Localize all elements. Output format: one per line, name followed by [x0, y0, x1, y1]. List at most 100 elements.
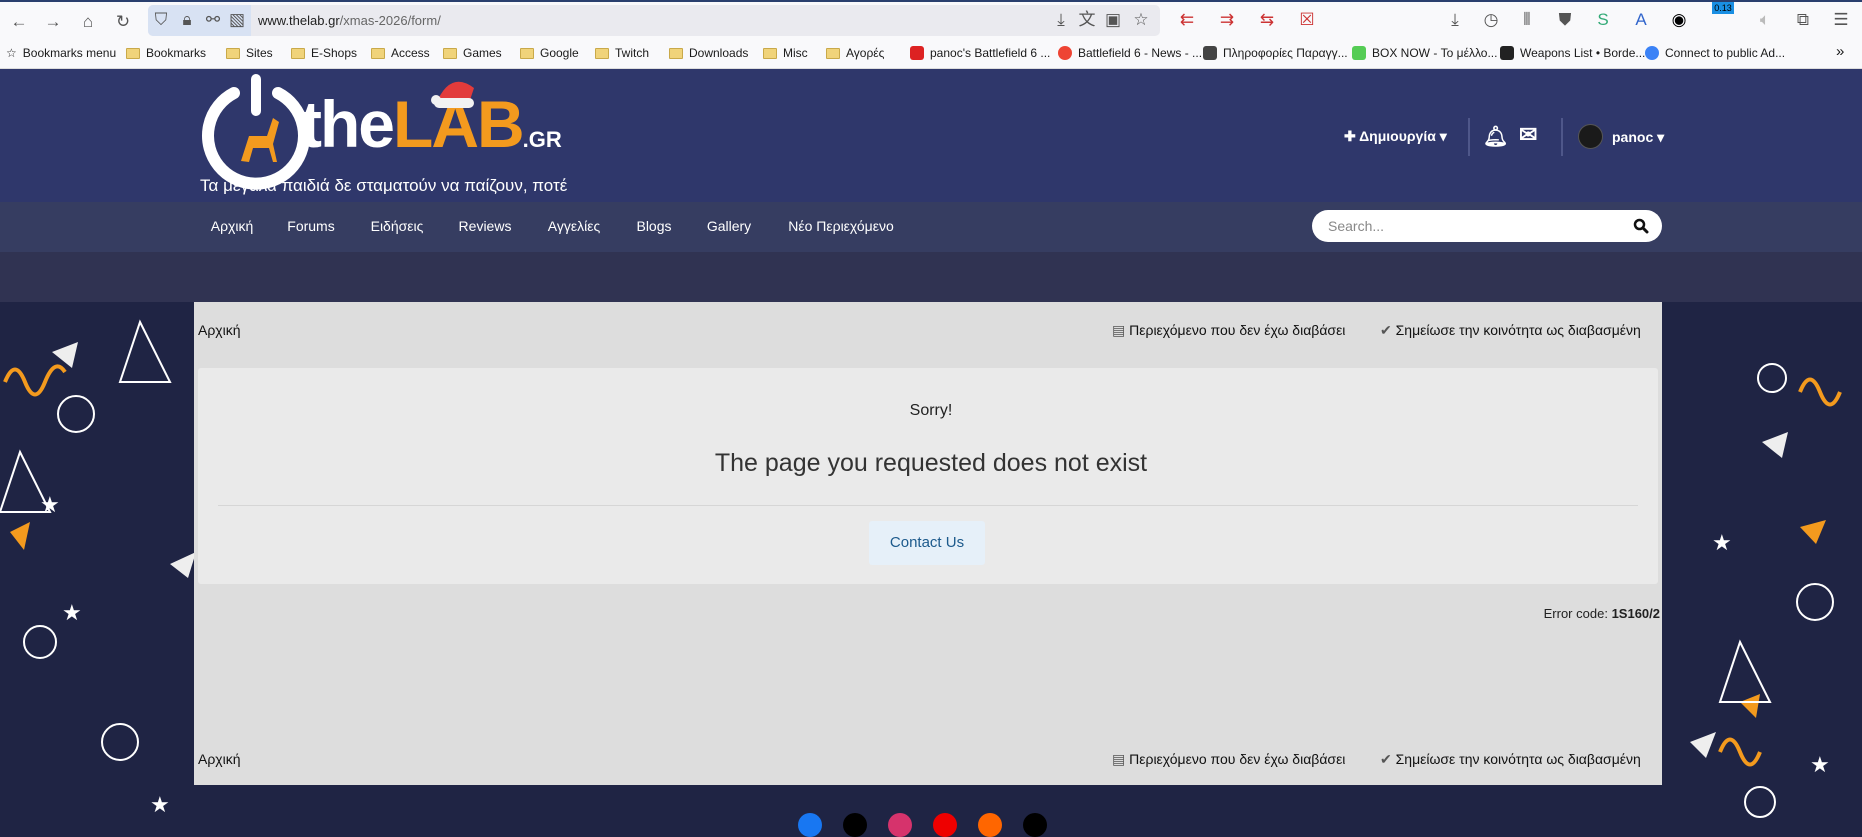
bookmark-link[interactable]: panoc's Battlefield 6 ... — [910, 46, 1050, 60]
forward-icon[interactable]: → — [42, 11, 64, 33]
extension-badge[interactable]: 0.13 — [1712, 2, 1734, 14]
svg-text:★: ★ — [150, 792, 170, 817]
nav-classifieds[interactable]: Αγγελίες — [548, 218, 600, 234]
ext-close-left-icon[interactable]: ⇇ — [1176, 9, 1198, 31]
bookmark-folder[interactable]: Google — [520, 46, 579, 60]
bookmark-label: Twitch — [615, 46, 650, 60]
lock-icon[interactable]: 🔒︎ — [176, 9, 198, 31]
bookmark-label: BOX NOW - Το μέλλο... — [1372, 46, 1498, 60]
error-message: The page you requested does not exist — [714, 449, 1148, 477]
nav-forums[interactable]: Forums — [287, 218, 334, 234]
bookmark-link[interactable]: Πληροφορίες Παραγγ... — [1203, 46, 1348, 60]
bookmark-label: Misc — [783, 46, 808, 60]
bookmark-link[interactable]: Weapons List • Borde... — [1500, 46, 1645, 60]
tiktok-icon[interactable] — [1023, 813, 1047, 837]
breadcrumb-home[interactable]: Αρχική — [198, 322, 241, 338]
site-info-area[interactable]: ⛉ 🔒︎ ⚯ ▧ — [148, 5, 251, 36]
url-domain: www.thelab.gr — [258, 13, 340, 28]
logo-power-icon[interactable] — [196, 71, 316, 191]
reload-icon[interactable]: ↻ — [112, 11, 134, 33]
nav-news[interactable]: Ειδήσεις — [371, 218, 424, 234]
downloads-icon[interactable]: ⤓ — [1444, 9, 1466, 31]
download-page-icon[interactable]: ⤓ — [1050, 9, 1072, 31]
bookmark-label: Bookmarks — [146, 46, 207, 60]
permissions-icon[interactable]: ⚯ — [202, 9, 224, 31]
ext-close-tab-icon[interactable]: ☒ — [1296, 9, 1318, 31]
nav-home[interactable]: Αρχική — [211, 218, 254, 234]
youtube-icon[interactable] — [933, 813, 957, 837]
bookmark-label: Αγορές — [846, 46, 885, 60]
bookmark-folder[interactable]: Games — [443, 46, 502, 60]
tracking-icon[interactable]: ▧ — [226, 9, 248, 31]
ext-close-right-icon[interactable]: ⇉ — [1216, 9, 1238, 31]
svg-text:★: ★ — [1712, 530, 1732, 555]
error-code: Error code: 1S160/2 — [1544, 606, 1660, 621]
translate-icon[interactable]: 文 — [1076, 9, 1098, 31]
url-text[interactable]: www.thelab.gr/xmas-2026/form/ — [258, 13, 441, 28]
menu-icon[interactable]: ☰ — [1830, 9, 1852, 31]
user-menu-button[interactable]: panoc ▾ — [1612, 129, 1664, 146]
unread-content-link-bottom[interactable]: ▤ Περιεχόμενο που δεν έχω διαβάσει — [1112, 751, 1345, 768]
home-icon[interactable]: ⌂ — [77, 11, 99, 33]
breadcrumb-home-bottom[interactable]: Αρχική — [198, 751, 241, 767]
create-menu-button[interactable]: ✚ Δημιουργία ▾ — [1344, 128, 1447, 145]
bookmark-star-icon[interactable]: ☆ — [1130, 9, 1152, 31]
stylus-icon[interactable]: S — [1592, 9, 1614, 31]
rss-icon[interactable] — [978, 813, 1002, 837]
trn-icon — [910, 46, 924, 60]
back-icon[interactable]: ← — [8, 11, 30, 33]
ext-close-other-icon[interactable]: ⇆ — [1256, 9, 1278, 31]
bookmark-folder[interactable]: E-Shops — [291, 46, 357, 60]
bookmark-label: Bookmarks menu — [22, 46, 117, 60]
nav-gallery[interactable]: Gallery — [707, 218, 751, 234]
x-icon[interactable] — [843, 813, 867, 837]
bookmark-folder[interactable]: Access — [371, 46, 430, 60]
unread-content-link[interactable]: ▤ Περιεχόμενο που δεν έχω διαβάσει — [1112, 322, 1345, 339]
check-icon: ✔ — [1380, 322, 1396, 338]
library-icon[interactable]: ⫴ — [1516, 9, 1538, 31]
mark-read-link[interactable]: ✔ Σημείωσε την κοινότητα ως διαβασμένη — [1380, 322, 1641, 339]
bookmark-folder[interactable]: Misc — [763, 46, 808, 60]
shield-icon[interactable]: ⛉ — [150, 9, 172, 31]
bookmark-link[interactable]: BOX NOW - Το μέλλο... — [1352, 46, 1497, 60]
contact-us-button[interactable]: Contact Us — [869, 521, 985, 565]
mark-read-link-bottom[interactable]: ✔ Σημείωσε την κοινότητα ως διαβασμένη — [1380, 751, 1641, 768]
bookmark-folder[interactable]: Downloads — [669, 46, 748, 60]
search-icon[interactable] — [1633, 218, 1649, 234]
bookmarks-menu[interactable]: ☆ Bookmarks menu — [6, 46, 116, 60]
ghost-icon[interactable]: ◉ — [1668, 9, 1690, 31]
translate-ext-icon[interactable]: ▣ — [1102, 9, 1124, 31]
star-icon: ☆ — [6, 46, 17, 60]
translator-icon[interactable]: A — [1630, 9, 1652, 31]
extensions-icon[interactable]: ⧉ — [1792, 9, 1814, 31]
santa-hat-icon — [431, 81, 474, 108]
ublock-icon[interactable]: ⛊ — [1554, 9, 1576, 31]
bookmark-folder[interactable]: Sites — [226, 46, 273, 60]
nav-reviews[interactable]: Reviews — [459, 218, 512, 234]
instagram-icon[interactable] — [888, 813, 912, 837]
bookmark-folder[interactable]: Αγορές — [826, 46, 884, 60]
bookmark-label: Connect to public Ad... — [1665, 46, 1786, 60]
bookmark-label: panoc's Battlefield 6 ... — [930, 46, 1051, 60]
notifications-bell-icon[interactable]: 🔔︎ — [1483, 124, 1508, 149]
nav-new-content[interactable]: Νέο Περιεχόμενο — [788, 218, 894, 234]
facebook-icon[interactable] — [798, 813, 822, 837]
nav-blogs[interactable]: Blogs — [636, 218, 671, 234]
folder-icon — [763, 47, 777, 59]
folder-icon — [595, 47, 609, 59]
bookmark-link[interactable]: Battlefield 6 - News - ... — [1058, 46, 1202, 60]
bookmarks-overflow-icon[interactable]: » — [1836, 43, 1844, 60]
messages-envelope-icon[interactable]: ✉ — [1519, 122, 1537, 148]
plus-icon: ✚ — [1344, 128, 1360, 144]
folder-icon — [669, 47, 683, 59]
bookmark-folder[interactable]: Bookmarks — [126, 46, 206, 60]
volume-icon[interactable]: 🔈︎ — [1754, 9, 1776, 31]
bookmark-folder[interactable]: Twitch — [595, 46, 649, 60]
header-divider — [1468, 118, 1470, 156]
history-icon[interactable]: ◷ — [1480, 9, 1502, 31]
unread-label: Περιεχόμενο που δεν έχω διαβάσει — [1129, 322, 1346, 338]
bookmark-link[interactable]: Connect to public Ad... — [1645, 46, 1785, 60]
svg-text:★: ★ — [40, 492, 60, 517]
user-avatar[interactable] — [1578, 124, 1603, 149]
mark-read-label: Σημείωσε την κοινότητα ως διαβασμένη — [1395, 322, 1641, 338]
